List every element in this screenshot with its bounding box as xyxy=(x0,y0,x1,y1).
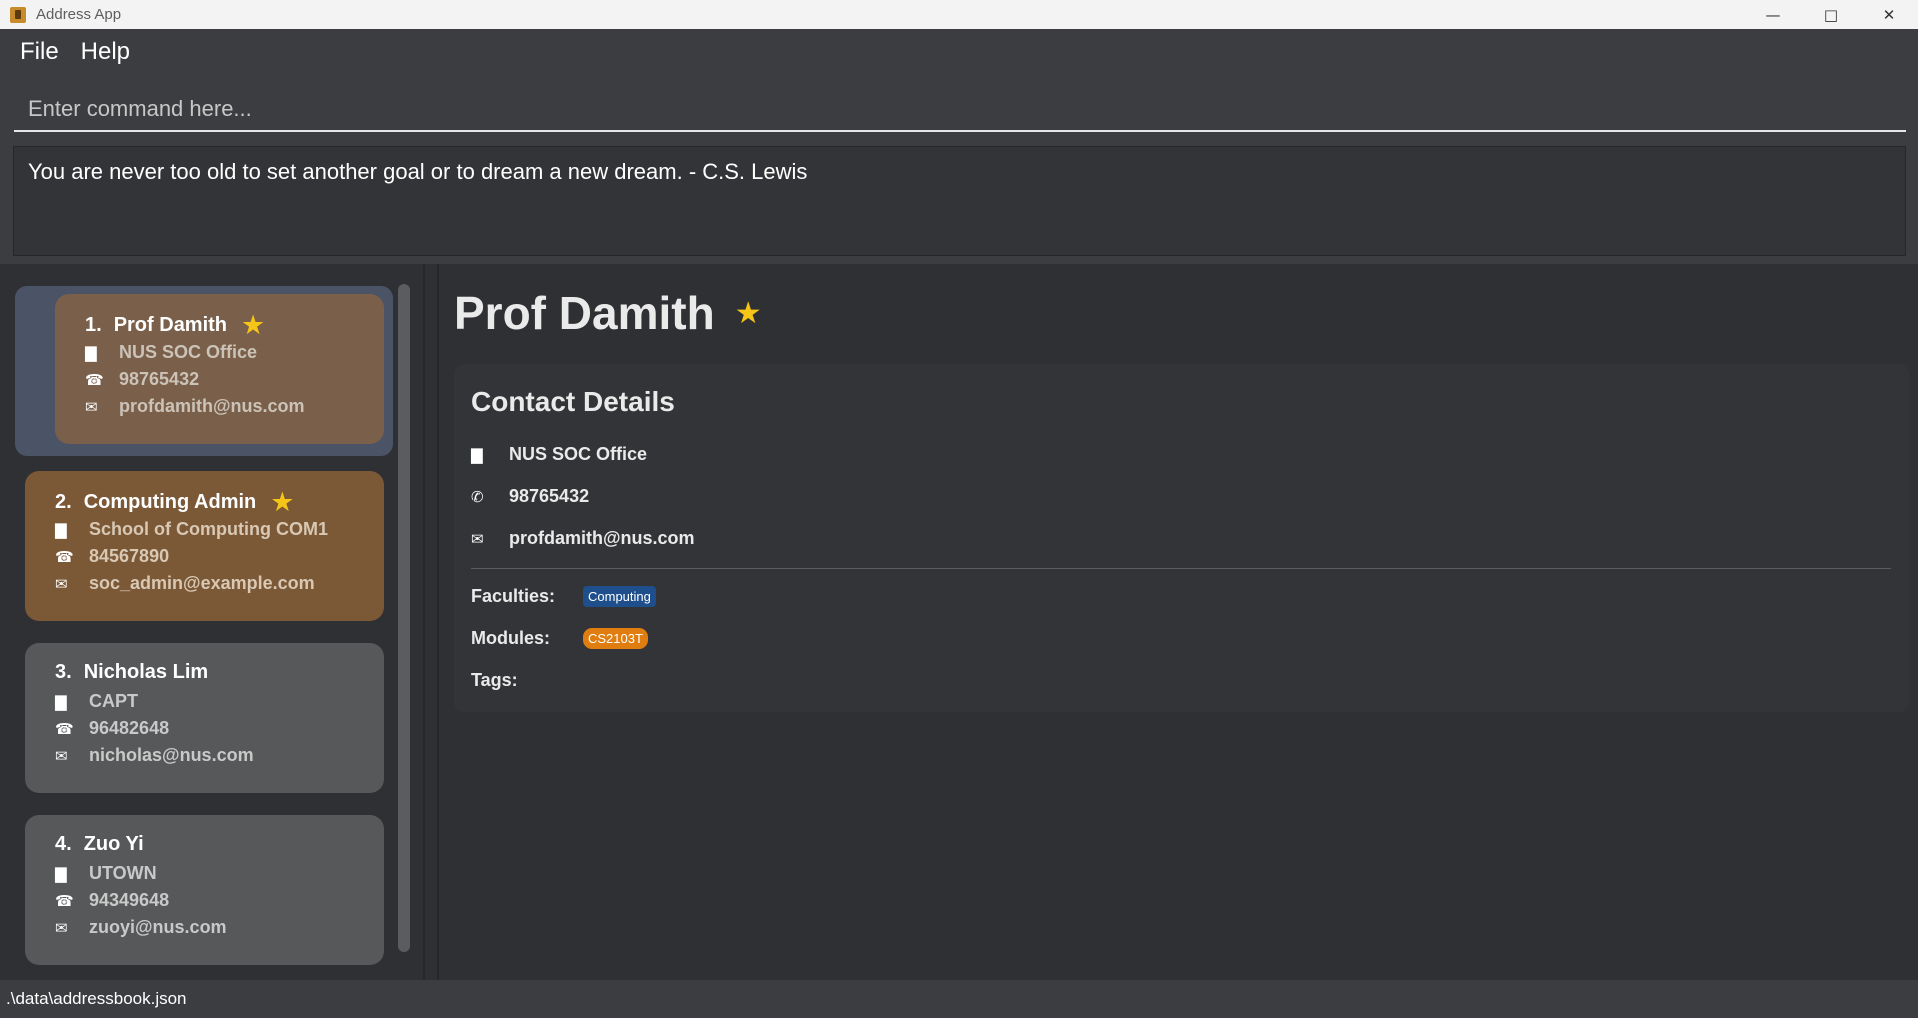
faculties-label: Faculties: xyxy=(471,586,556,606)
star-icon: ★ xyxy=(734,296,762,330)
person-card[interactable]: 2. Computing Admin ★ ▇ School of Computi… xyxy=(25,471,384,621)
title-bar: Address App — □ ✕ xyxy=(0,0,1918,29)
mail-icon: ✉ xyxy=(55,574,68,593)
window-title: Address App xyxy=(36,6,122,23)
person-address: UTOWN xyxy=(89,863,157,883)
person-card[interactable]: 1. Prof Damith ★ ▇ NUS SOC Office ☎ 9876… xyxy=(55,294,384,444)
person-email: profdamith@nus.com xyxy=(119,396,305,416)
contact-details-card: Contact Details ▇ NUS SOC Office ✆ 98765… xyxy=(454,364,1909,712)
command-input[interactable] xyxy=(14,88,1906,132)
building-icon: ▇ xyxy=(85,343,97,362)
person-address-row: ▇ NUS SOC Office xyxy=(85,342,257,363)
phone-icon: ☎ xyxy=(55,891,74,910)
person-index: 3. xyxy=(55,661,72,683)
person-phone: 94349648 xyxy=(89,890,170,910)
person-email-row: ✉ soc_admin@example.com xyxy=(55,573,315,594)
menu-file[interactable]: File xyxy=(20,38,59,66)
person-address-row: ▇ UTOWN xyxy=(55,863,157,884)
window-controls: — □ ✕ xyxy=(1744,0,1918,29)
person-name: Computing Admin xyxy=(83,491,257,513)
person-email: soc_admin@example.com xyxy=(89,573,315,593)
result-display: You are never too old to set another goa… xyxy=(13,146,1906,256)
mail-icon: ✉ xyxy=(55,746,68,765)
minimize-button[interactable]: — xyxy=(1744,0,1802,29)
person-index: 4. xyxy=(55,833,72,855)
detail-address: NUS SOC Office xyxy=(509,444,648,464)
faculty-chip: Computing xyxy=(583,586,656,607)
person-card[interactable]: 3. Nicholas Lim ▇ CAPT ☎ 96482648 ✉ nich… xyxy=(25,643,384,793)
person-name: Nicholas Lim xyxy=(83,661,209,683)
building-icon: ▇ xyxy=(55,864,67,883)
modules-row: Modules: CS2103T xyxy=(471,628,648,649)
detail-header: Prof Damith ★ xyxy=(454,286,762,340)
status-bar: .\data\addressbook.json xyxy=(0,980,1918,1018)
result-display-area: You are never too old to set another goa… xyxy=(0,136,1918,264)
person-email-row: ✉ zuoyi@nus.com xyxy=(55,917,227,938)
person-card[interactable]: 4. Zuo Yi ▇ UTOWN ☎ 94349648 ✉ zuoyi@nus… xyxy=(25,815,384,965)
phone-icon: ☎ xyxy=(85,370,104,389)
mail-icon: ✉ xyxy=(55,918,68,937)
faculties-row: Faculties: Computing xyxy=(471,586,656,607)
person-index: 2. xyxy=(55,491,72,513)
detail-email-row: ✉ profdamith@nus.com xyxy=(471,528,695,549)
building-icon: ▇ xyxy=(471,445,483,464)
tags-label: Tags: xyxy=(471,670,518,690)
person-email-row: ✉ nicholas@nus.com xyxy=(55,745,254,766)
person-name: Prof Damith xyxy=(113,314,228,336)
phone-icon: ☎ xyxy=(55,547,74,566)
person-phone: 96482648 xyxy=(89,718,170,738)
person-email: zuoyi@nus.com xyxy=(89,917,227,937)
person-phone-row: ☎ 96482648 xyxy=(55,718,169,739)
detail-person-name: Prof Damith xyxy=(454,287,715,339)
contact-details-title: Contact Details xyxy=(471,386,675,417)
app-icon xyxy=(10,6,26,23)
mail-icon: ✉ xyxy=(471,529,484,548)
person-card-header: 1. Prof Damith ★ xyxy=(85,312,265,339)
divider xyxy=(471,568,1891,569)
person-name: Zuo Yi xyxy=(83,833,144,855)
person-phone-row: ☎ 84567890 xyxy=(55,546,169,567)
person-index: 1. xyxy=(85,314,102,336)
person-card-header: 4. Zuo Yi xyxy=(55,833,144,856)
file-path: .\data\addressbook.json xyxy=(6,989,187,1008)
building-icon: ▇ xyxy=(55,520,67,539)
star-icon: ★ xyxy=(241,310,266,340)
command-box xyxy=(0,74,1918,136)
menu-help[interactable]: Help xyxy=(81,38,130,66)
maximize-button[interactable]: □ xyxy=(1802,0,1860,29)
person-phone: 84567890 xyxy=(89,546,170,566)
person-address-row: ▇ School of Computing COM1 xyxy=(55,519,328,540)
mail-icon: ✉ xyxy=(85,397,98,416)
detail-phone: 98765432 xyxy=(509,486,590,506)
person-email: nicholas@nus.com xyxy=(89,745,254,765)
person-address: CAPT xyxy=(89,691,138,711)
modules-label: Modules: xyxy=(471,628,550,648)
detail-address-row: ▇ NUS SOC Office xyxy=(471,444,647,465)
building-icon: ▇ xyxy=(55,692,67,711)
star-icon: ★ xyxy=(270,487,295,517)
close-button[interactable]: ✕ xyxy=(1860,0,1918,29)
person-address: School of Computing COM1 xyxy=(89,519,328,539)
person-detail-panel: Prof Damith ★ Contact Details ▇ NUS SOC … xyxy=(437,264,1918,980)
person-address-row: ▇ CAPT xyxy=(55,691,138,712)
list-scrollbar[interactable] xyxy=(398,284,410,952)
detail-phone-row: ✆ 98765432 xyxy=(471,486,589,507)
person-email-row: ✉ profdamith@nus.com xyxy=(85,396,305,417)
module-chip: CS2103T xyxy=(583,628,648,649)
menu-bar: File Help xyxy=(0,29,1918,74)
tags-row: Tags: xyxy=(471,670,583,691)
person-address: NUS SOC Office xyxy=(119,342,258,362)
person-card-header: 3. Nicholas Lim xyxy=(55,661,208,684)
person-phone-row: ☎ 94349648 xyxy=(55,890,169,911)
person-card-header: 2. Computing Admin ★ xyxy=(55,489,294,516)
person-list-panel: 1. Prof Damith ★ ▇ NUS SOC Office ☎ 9876… xyxy=(0,264,425,980)
person-phone-row: ☎ 98765432 xyxy=(85,369,199,390)
person-phone: 98765432 xyxy=(119,369,200,389)
detail-email: profdamith@nus.com xyxy=(509,528,695,548)
phone-icon: ✆ xyxy=(471,487,484,506)
phone-icon: ☎ xyxy=(55,719,74,738)
